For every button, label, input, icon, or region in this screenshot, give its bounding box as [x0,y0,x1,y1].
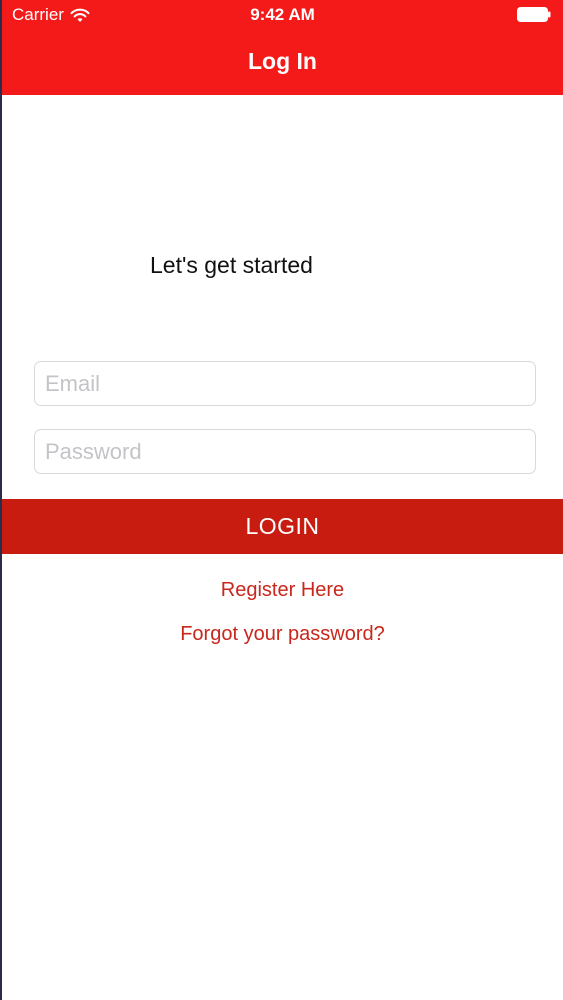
email-field[interactable] [34,361,536,406]
tagline: Let's get started [150,252,313,278]
header-bar: Carrier 9:42 AM Log In [2,0,563,95]
battery-icon [517,7,551,22]
register-link[interactable]: Register Here [2,579,563,602]
password-field[interactable] [34,429,536,474]
login-screen: Carrier 9:42 AM Log In Let's get started… [0,0,563,1000]
forgot-password-link[interactable]: Forgot your password? [2,623,563,646]
login-button[interactable]: LOGIN [2,499,563,554]
page-title: Log In [248,48,317,74]
status-time: 9:42 AM [250,5,315,24]
status-bar: Carrier 9:42 AM [2,0,563,30]
